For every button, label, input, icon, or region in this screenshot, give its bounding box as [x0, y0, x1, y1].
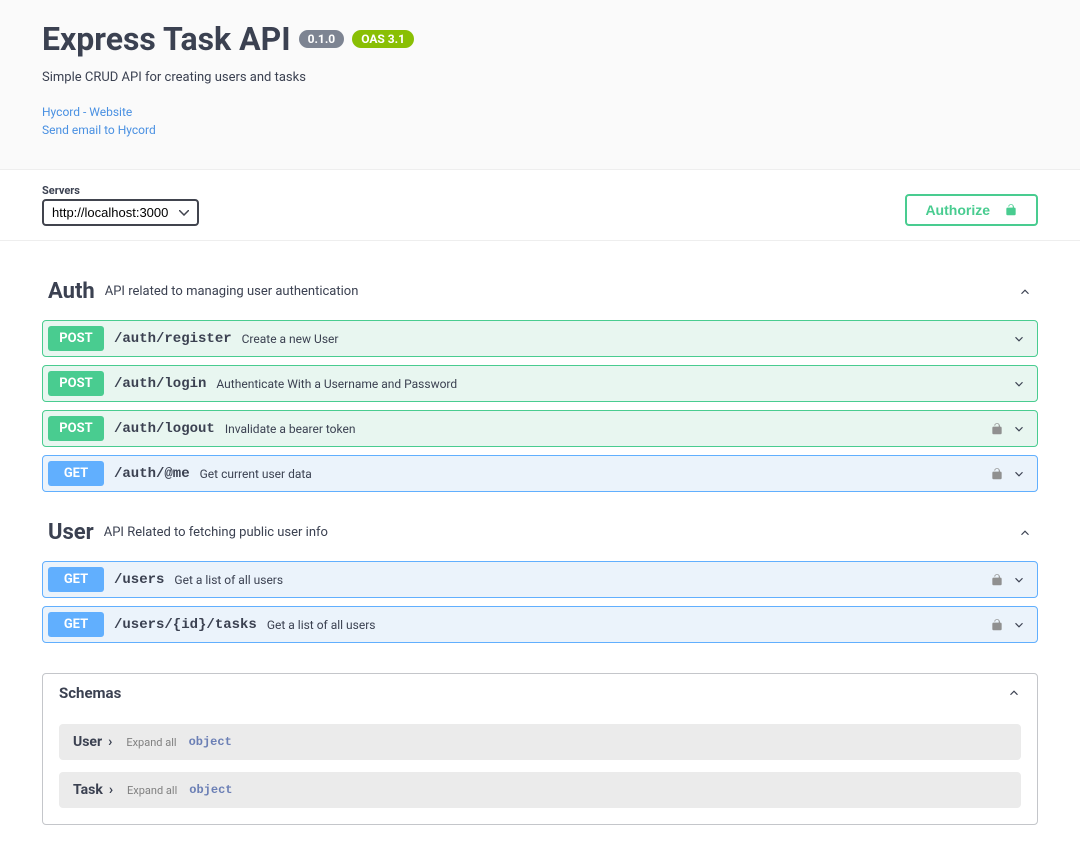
controls-bar: Servers http://localhost:3000 Authorize [0, 170, 1080, 241]
operation-path: /auth/login [114, 376, 206, 392]
lock-open-icon [990, 422, 1004, 436]
operation-summary: Authenticate With a Username and Passwor… [216, 377, 1012, 391]
lock-open-icon [990, 618, 1004, 632]
method-badge: POST [48, 371, 104, 396]
authorize-button[interactable]: Authorize [905, 194, 1038, 226]
operation-row[interactable]: POST/auth/logout Invalidate a bearer toke… [42, 410, 1038, 447]
chevron-down-icon [1012, 467, 1026, 481]
chevron-down-icon [1012, 618, 1026, 632]
operation-path: /users/{id}/tasks [114, 617, 257, 633]
operation-summary: Invalidate a bearer token [225, 422, 990, 436]
oas-badge: OAS 3.1 [352, 30, 414, 48]
schema-type: object [189, 735, 232, 749]
operation-row[interactable]: GET/users/{id}/tasks Get a list of all us… [42, 606, 1038, 643]
tag-name: User [48, 520, 94, 545]
operation-path: /users [114, 572, 164, 588]
schema-type: object [189, 783, 232, 797]
chevron-up-icon [1007, 686, 1021, 700]
api-header: Express Task API 0.1.0 OAS 3.1 Simple CR… [0, 0, 1080, 170]
schema-item[interactable]: Task › Expand all object [59, 772, 1021, 808]
tag-description: API Related to fetching public user info [104, 525, 1018, 540]
schema-name: Task [73, 782, 103, 798]
chevron-up-icon [1018, 285, 1032, 299]
tag-section: Auth API related to managing user authent… [42, 271, 1038, 492]
schema-name: User [73, 734, 102, 750]
caret-right-icon: › [109, 782, 113, 798]
operation-row[interactable]: POST/auth/login Authenticate With a Usern… [42, 365, 1038, 402]
website-link[interactable]: Hycord - Website [42, 103, 1038, 121]
chevron-down-icon [1012, 573, 1026, 587]
tag-name: Auth [48, 279, 95, 304]
schemas-header[interactable]: Schemas [43, 674, 1037, 712]
api-title: Express Task API [42, 20, 291, 58]
header-links: Hycord - Website Send email to Hycord [42, 103, 1038, 139]
operation-row[interactable]: POST/auth/register Create a new User [42, 320, 1038, 357]
chevron-down-icon [1012, 377, 1026, 391]
operation-path: /auth/logout [114, 421, 215, 437]
expand-all-label[interactable]: Expand all [127, 784, 177, 797]
operation-row[interactable]: GET/auth/@me Get current user data [42, 455, 1038, 492]
method-badge: GET [48, 461, 104, 486]
method-badge: POST [48, 326, 104, 351]
operation-path: /auth/register [114, 331, 232, 347]
tag-description: API related to managing user authenticat… [105, 284, 1018, 299]
lock-open-icon [990, 467, 1004, 481]
operation-summary: Get a list of all users [174, 573, 990, 587]
operation-summary: Create a new User [242, 332, 1012, 346]
chevron-up-icon [1018, 526, 1032, 540]
operation-summary: Get a list of all users [267, 618, 990, 632]
tag-section: User API Related to fetching public user … [42, 512, 1038, 643]
schemas-section: Schemas User › Expand all object Task › Expand… [42, 673, 1038, 825]
schema-item[interactable]: User › Expand all object [59, 724, 1021, 760]
chevron-down-icon [1012, 332, 1026, 346]
caret-right-icon: › [108, 734, 112, 750]
schemas-title: Schemas [59, 684, 1007, 702]
servers-label: Servers [42, 184, 199, 197]
contact-link[interactable]: Send email to Hycord [42, 121, 1038, 139]
lock-open-icon [990, 573, 1004, 587]
lock-open-icon [1004, 203, 1018, 217]
operation-summary: Get current user data [200, 467, 990, 481]
method-badge: POST [48, 416, 104, 441]
expand-all-label[interactable]: Expand all [126, 736, 176, 749]
tag-header[interactable]: User API Related to fetching public user … [42, 512, 1038, 553]
api-description: Simple CRUD API for creating users and t… [42, 70, 1038, 85]
chevron-down-icon [1012, 422, 1026, 436]
servers-select[interactable]: http://localhost:3000 [42, 199, 199, 226]
main-content: Auth API related to managing user authent… [0, 241, 1080, 865]
operation-row[interactable]: GET/users Get a list of all users [42, 561, 1038, 598]
operation-path: /auth/@me [114, 466, 190, 482]
method-badge: GET [48, 612, 104, 637]
tag-header[interactable]: Auth API related to managing user authent… [42, 271, 1038, 312]
method-badge: GET [48, 567, 104, 592]
version-badge: 0.1.0 [299, 30, 345, 48]
